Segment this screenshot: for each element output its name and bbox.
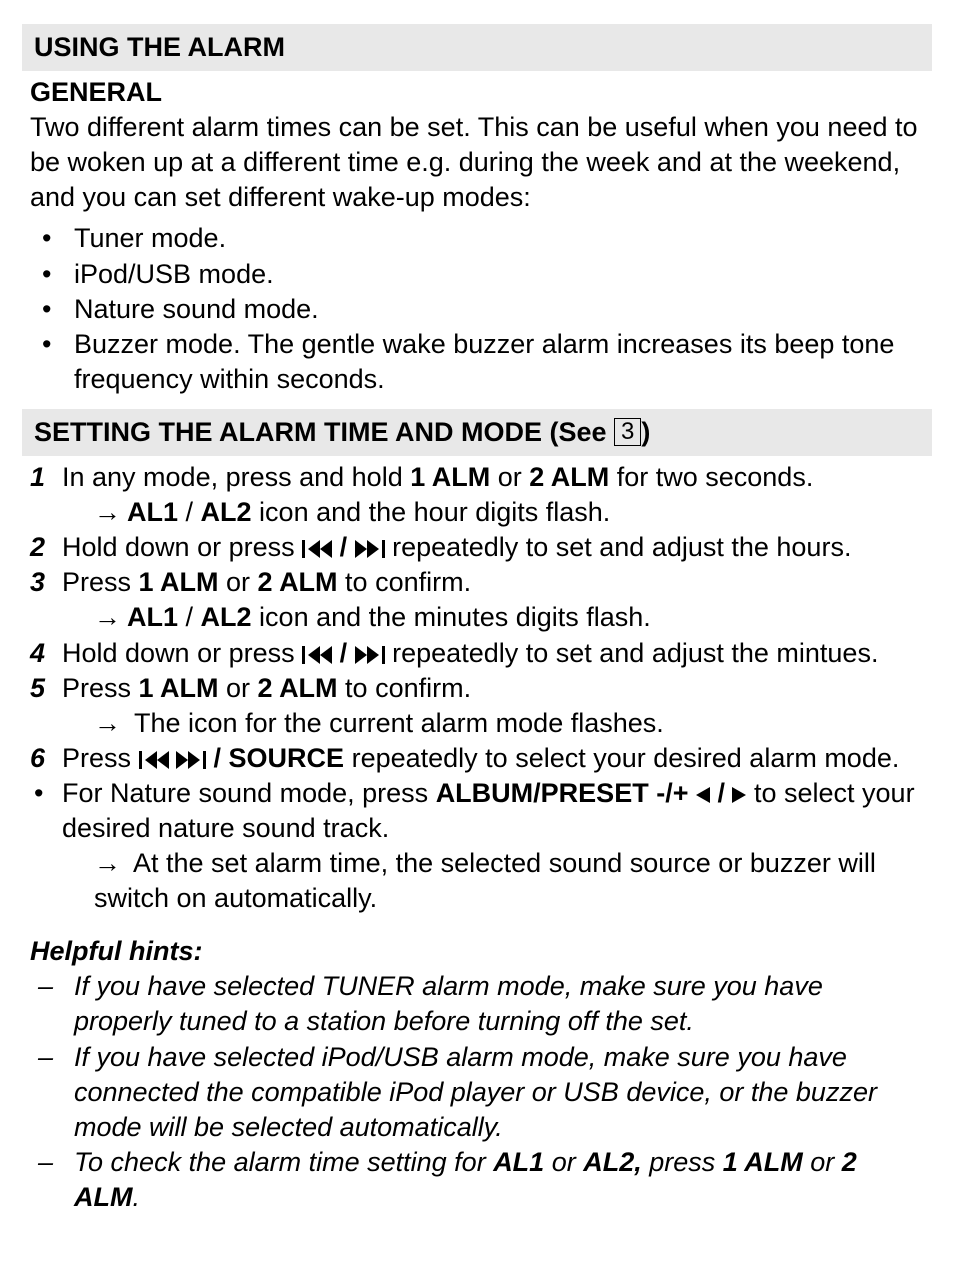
banner-text-b: ) [641, 417, 650, 447]
step-4: 4 Hold down or press / repeatedly to set… [30, 636, 924, 671]
section-banner-using-alarm: USING THE ALARM [22, 24, 932, 71]
section-banner-setting-alarm: SETTING THE ALARM TIME AND MODE (See 3) [22, 409, 932, 456]
banner-text-a: SETTING THE ALARM TIME AND MODE (See [34, 417, 614, 447]
arrow-icon: → [94, 600, 121, 635]
step-5-result: → The icon for the current alarm mode fl… [62, 706, 924, 741]
subhead-general: GENERAL [30, 75, 924, 110]
step-1: 1 In any mode, press and hold 1 ALM or 2… [30, 460, 924, 530]
general-paragraph: Two different alarm times can be set. Th… [30, 110, 924, 215]
step-3: 3 Press 1 ALM or 2 ALM to confirm. →AL1 … [30, 565, 924, 635]
step-3-result: →AL1 / AL2 icon and the minutes digits f… [62, 600, 924, 635]
step-1-result: →AL1 / AL2 icon and the hour digits flas… [62, 495, 924, 530]
figure-ref-box: 3 [614, 418, 641, 446]
left-triangle-icon [696, 787, 710, 803]
list-item: Nature sound mode. [30, 292, 924, 327]
list-item: Tuner mode. [30, 221, 924, 256]
arrow-icon: → [94, 706, 121, 741]
next-track-icon [176, 751, 206, 769]
next-track-icon [355, 540, 385, 558]
step-5: 5 Press 1 ALM or 2 ALM to confirm. → The… [30, 671, 924, 741]
hint-2: If you have selected iPod/USB alarm mode… [30, 1040, 924, 1145]
step-list: 1 In any mode, press and hold 1 ALM or 2… [30, 460, 924, 916]
prev-track-icon [139, 751, 169, 769]
arrow-icon: → [94, 495, 121, 530]
banner-text: USING THE ALARM [34, 32, 285, 62]
list-item: iPod/USB mode. [30, 257, 924, 292]
hint-1: If you have selected TUNER alarm mode, m… [30, 969, 924, 1039]
step-6: 6 Press / SOURCE repeatedly to select yo… [30, 741, 924, 776]
arrow-icon: → [94, 846, 121, 881]
prev-track-icon [302, 540, 332, 558]
hints-list: If you have selected TUNER alarm mode, m… [30, 969, 924, 1215]
helpful-hints-title: Helpful hints: [30, 934, 924, 969]
prev-track-icon [302, 646, 332, 664]
step-6-bullet: • For Nature sound mode, press ALBUM/PRE… [30, 776, 924, 916]
next-track-icon [355, 646, 385, 664]
mode-list: Tuner mode. iPod/USB mode. Nature sound … [30, 221, 924, 396]
right-triangle-icon [732, 787, 746, 803]
list-item: Buzzer mode. The gentle wake buzzer alar… [30, 327, 924, 397]
step-6-result: → At the set alarm time, the selected so… [62, 846, 924, 916]
hint-3: To check the alarm time setting for AL1 … [30, 1145, 924, 1215]
step-2: 2 Hold down or press / repeatedly to set… [30, 530, 924, 565]
